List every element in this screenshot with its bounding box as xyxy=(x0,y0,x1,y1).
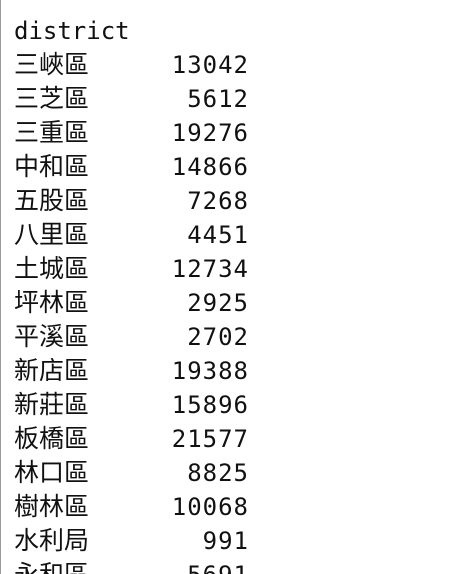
table-row: 水利局 991 xyxy=(14,524,249,558)
district-name: 林口區 xyxy=(14,458,90,487)
district-count: 13042 xyxy=(171,51,249,79)
table-row: 新莊區 15896 xyxy=(14,388,249,422)
district-name: 中和區 xyxy=(14,152,90,181)
district-name: 樹林區 xyxy=(14,492,90,521)
district-name: 五股區 xyxy=(14,186,90,215)
table-row: 土城區 12734 xyxy=(14,252,249,286)
district-count: 2702 xyxy=(187,323,249,351)
table-row: 平溪區 2702 xyxy=(14,320,249,354)
district-count: 5612 xyxy=(187,85,249,113)
district-name: 三重區 xyxy=(14,118,90,147)
district-name: 坪林區 xyxy=(14,288,90,317)
district-count: 7268 xyxy=(187,187,249,215)
district-count: 2925 xyxy=(187,289,249,317)
table-row: 五股區 7268 xyxy=(14,184,249,218)
district-count: 5691 xyxy=(134,558,249,574)
district-name: 新店區 xyxy=(14,356,90,385)
table-row: 三重區 19276 xyxy=(14,116,249,150)
district-name: 永和區 xyxy=(14,558,134,574)
district-count: 10068 xyxy=(171,493,249,521)
district-name: 土城區 xyxy=(14,254,90,283)
table-row: 三芝區 5612 xyxy=(14,82,249,116)
output-lines: district 三峽區 13042 三芝區 5612 三重區 19276 中和… xyxy=(14,14,249,574)
table-row: 八里區 4451 xyxy=(14,218,249,252)
district-count: 991 xyxy=(202,527,249,555)
table-row: 永和區 5691 xyxy=(14,558,249,574)
table-row: 新店區 19388 xyxy=(14,354,249,388)
district-count: 21577 xyxy=(171,425,249,453)
district-name: 八里區 xyxy=(14,220,90,249)
district-name: 三峽區 xyxy=(14,50,90,79)
district-name: 新莊區 xyxy=(14,390,90,419)
district-count: 19276 xyxy=(171,119,249,147)
district-count: 8825 xyxy=(187,459,249,487)
table-row: 坪林區 2925 xyxy=(14,286,249,320)
table-row: 中和區 14866 xyxy=(14,150,249,184)
district-count: 14866 xyxy=(171,153,249,181)
console-output: district 三峽區 13042 三芝區 5612 三重區 19276 中和… xyxy=(0,0,466,574)
column-header: district xyxy=(14,17,130,45)
table-row: 板橋區 21577 xyxy=(14,422,249,456)
table-row: 樹林區 10068 xyxy=(14,490,249,524)
district-name: 平溪區 xyxy=(14,322,90,351)
district-count: 19388 xyxy=(171,357,249,385)
table-row: 三峽區 13042 xyxy=(14,48,249,82)
district-count: 12734 xyxy=(171,255,249,283)
district-name: 水利局 xyxy=(14,526,90,555)
district-name: 板橋區 xyxy=(14,424,90,453)
table-row: 林口區 8825 xyxy=(14,456,249,490)
district-count: 4451 xyxy=(187,221,249,249)
district-name: 三芝區 xyxy=(14,84,90,113)
district-count: 15896 xyxy=(171,391,249,419)
